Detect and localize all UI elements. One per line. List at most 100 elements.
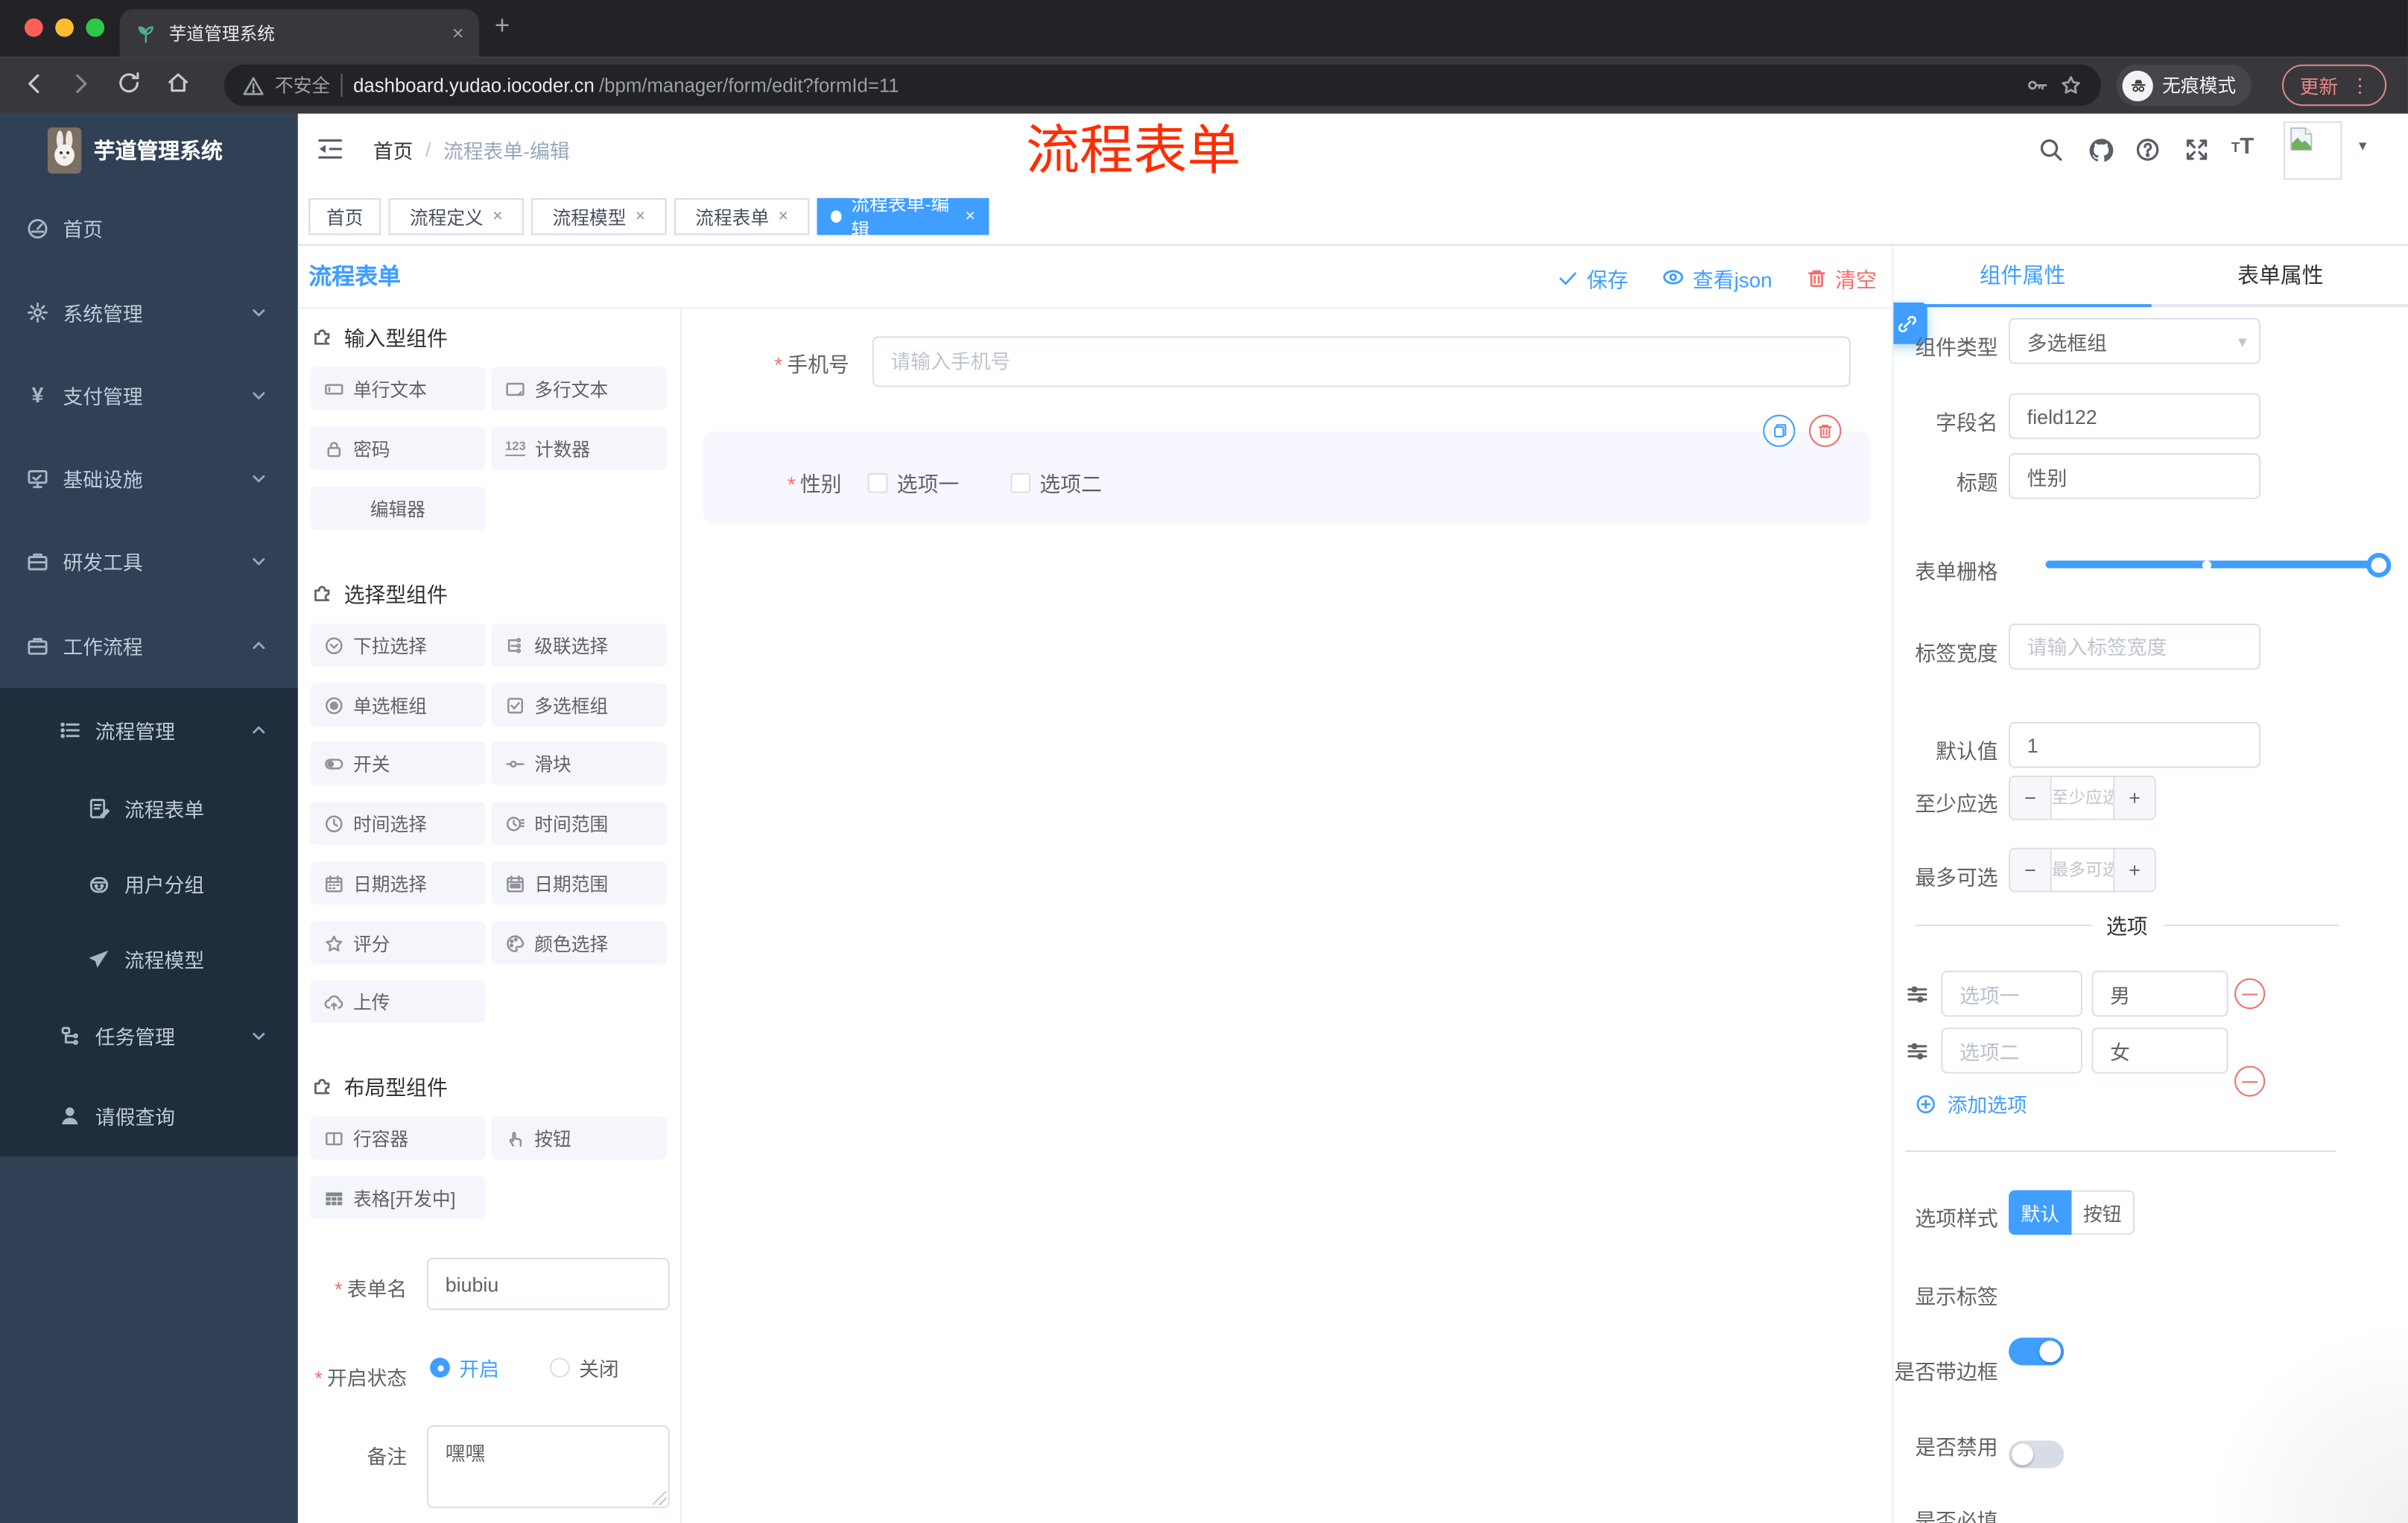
bookmark-star-icon[interactable] [2059,74,2082,97]
avatar-caret-icon[interactable]: ▾ [2359,139,2366,156]
new-tab-button[interactable]: + [495,10,510,41]
style-default-button[interactable]: 默认 [2009,1190,2072,1235]
font-size-icon[interactable]: TT [2231,133,2254,159]
option1-value-input[interactable] [2091,970,2228,1017]
home-icon[interactable] [166,71,191,95]
tag-home[interactable]: 首页 [308,197,381,235]
chip-upload[interactable]: 上传 [310,980,486,1023]
tab-form-props[interactable]: 表单属性 [2152,246,2408,304]
tag-process-form[interactable]: 流程表单 × [674,197,810,235]
back-icon[interactable] [22,71,48,97]
slider-handle[interactable] [2366,552,2392,577]
avatar[interactable] [2284,121,2342,180]
browser-update-button[interactable]: 更新 ⋮ [2282,64,2387,107]
close-icon[interactable]: × [636,207,645,226]
browser-tab[interactable]: 芋道管理系统 × [119,9,480,57]
option2-value-input[interactable] [2091,1027,2228,1074]
form-name-field[interactable] [427,1258,670,1311]
max-select-stepper[interactable]: −+ [2009,847,2156,893]
github-icon[interactable] [2087,136,2114,164]
security-label[interactable]: 不安全 [275,72,330,98]
reload-icon[interactable] [117,71,142,95]
gender-option-1[interactable]: 选项一 [867,467,959,498]
drag-handle-icon[interactable] [1906,983,1929,1006]
selected-component[interactable]: * 性别 选项一 选项二 [703,431,1871,524]
remove-option-button[interactable] [2234,978,2266,1010]
view-json-button[interactable]: 查看json [1662,262,1772,292]
sidebar-item-task-mgmt[interactable]: 任务管理 [0,997,298,1075]
search-icon[interactable] [2038,136,2064,162]
chip-multi-text[interactable]: 多行文本 [491,367,667,411]
browser-menu-icon[interactable]: ⋮ [2351,74,2370,97]
increase-button[interactable]: + [2113,849,2155,891]
sidebar-item-user-group[interactable]: 用户分组 [0,846,298,922]
chip-time-range[interactable]: 时间范围 [491,801,667,845]
chip-row-container[interactable]: 行容器 [310,1116,486,1160]
decrease-button[interactable]: − [2010,776,2052,819]
sidebar-item-process-form[interactable]: 流程表单 [0,771,298,846]
clear-button[interactable]: 清空 [1806,262,1877,292]
status-radio-off[interactable]: 关闭 [549,1353,619,1382]
delete-component-button[interactable] [1809,414,1842,447]
decrease-button[interactable]: − [2010,849,2052,891]
chip-counter[interactable]: 123 计数器 [491,427,667,470]
option1-label-input[interactable] [1941,970,2082,1017]
resize-handle[interactable] [653,1491,667,1505]
forward-icon[interactable] [68,71,94,97]
tab-close-icon[interactable]: × [452,22,464,45]
breadcrumb-home[interactable]: 首页 [373,135,414,164]
status-radio-on[interactable]: 开启 [430,1353,499,1382]
url-domain[interactable]: dashboard.yudao.iocoder.cn [353,75,595,96]
sidebar-item-process-mgmt[interactable]: 流程管理 [0,688,298,770]
checkbox-icon[interactable] [1010,472,1031,493]
increase-button[interactable]: + [2113,776,2155,819]
address-bar[interactable]: 不安全 dashboard.yudao.iocoder.cn/bpm/manag… [224,64,2101,107]
chip-button[interactable]: 按钮 [491,1116,667,1160]
sidebar-item-home[interactable]: 首页 [0,186,298,270]
drag-handle-icon[interactable] [1906,1039,1929,1063]
minimize-window-button[interactable] [55,18,74,37]
save-button[interactable]: 保存 [1558,262,1628,292]
password-key-icon[interactable] [2026,74,2049,97]
update-label[interactable]: 更新 [2300,71,2339,100]
tag-process-def[interactable]: 流程定义 × [388,197,524,235]
component-type-select[interactable]: 多选框组 ▾ [2009,317,2261,364]
border-switch[interactable] [2009,1440,2065,1469]
label-width-input[interactable] [2009,623,2261,670]
sidebar-item-process-model[interactable]: 流程模型 [0,922,298,997]
sidebar-item-payment[interactable]: ¥ 支付管理 [0,353,298,436]
sidebar-item-workflow[interactable]: 工作流程 [0,604,298,688]
chip-color-picker[interactable]: 颜色选择 [491,921,667,965]
default-value-input[interactable] [2009,721,2261,768]
sidebar-item-infra[interactable]: 基础设施 [0,436,298,519]
chip-slider[interactable]: 滑块 [491,741,667,785]
close-icon[interactable]: × [966,207,975,226]
chip-password[interactable]: 密码 [310,427,486,470]
style-button-button[interactable]: 按钮 [2071,1190,2135,1235]
help-icon[interactable] [2135,136,2161,162]
sidebar-item-leave-query[interactable]: 请假查询 [0,1075,298,1156]
sidebar-item-system[interactable]: 系统管理 [0,270,298,353]
chip-cascader[interactable]: 级联选择 [491,623,667,667]
min-select-stepper[interactable]: −+ [2009,775,2156,820]
chip-date-picker[interactable]: 日期选择 [310,861,486,905]
title-input[interactable] [2009,453,2261,499]
option2-label-input[interactable] [1941,1027,2082,1074]
chip-single-text[interactable]: 单行文本 [310,367,486,411]
add-option-button[interactable]: 添加选项 [1915,1089,2027,1118]
checkbox-icon[interactable] [867,472,888,493]
chip-date-range[interactable]: 日期范围 [491,861,667,905]
show-label-switch[interactable] [2009,1337,2065,1366]
sidebar-item-devtools[interactable]: 研发工具 [0,519,298,604]
grid-slider[interactable] [2045,560,2386,569]
tag-process-form-edit[interactable]: 流程表单-编辑 × [817,194,989,241]
chip-table[interactable]: 表格[开发中] [310,1176,486,1220]
form-remark-field[interactable]: 嘿嘿 [427,1425,670,1509]
close-icon[interactable]: × [779,207,788,226]
chip-editor[interactable]: 编辑器 [310,487,486,531]
remove-option-button[interactable] [2234,1066,2266,1097]
chip-radio-group[interactable]: 单选框组 [310,683,486,726]
field-name-input[interactable] [2009,393,2261,440]
logo[interactable]: 芋道管理系统 [0,114,298,186]
gender-option-2[interactable]: 选项二 [1010,467,1102,498]
